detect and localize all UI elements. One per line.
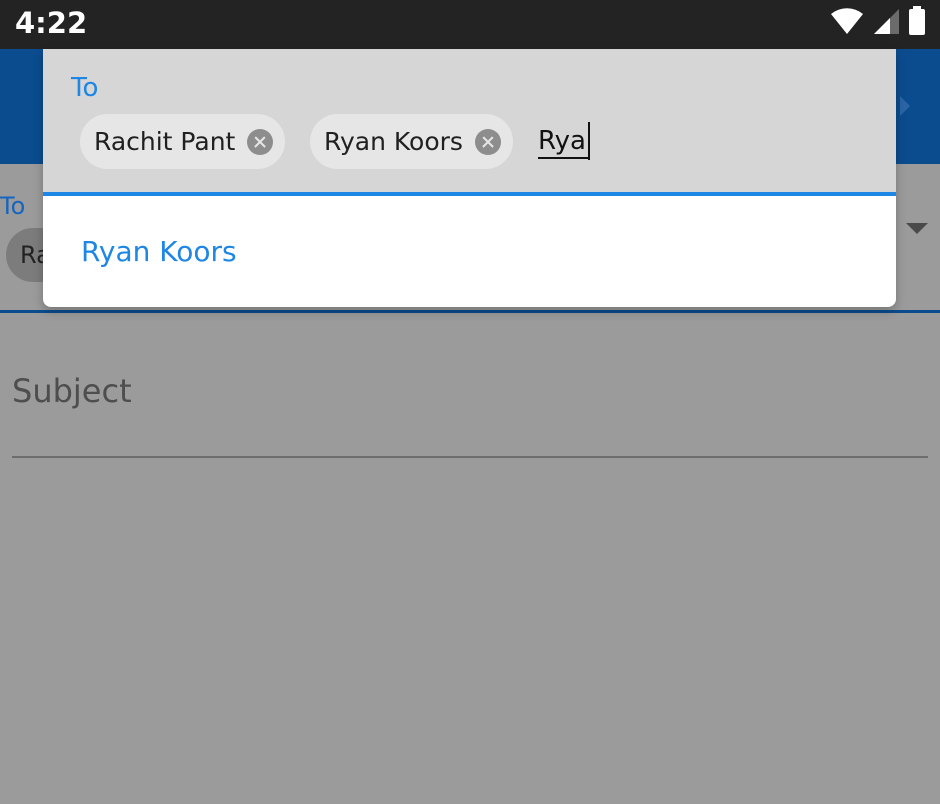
close-circle-icon[interactable] [474,128,501,155]
dropdown-arrow-icon[interactable] [906,223,928,234]
status-bar: 4:22 [0,0,940,49]
text-caret [588,122,590,160]
status-time: 4:22 [15,6,88,40]
wifi-icon [830,6,864,40]
to-label: To [0,192,26,220]
recipient-chip[interactable]: Ryan Koors [310,114,513,169]
subject-placeholder: Subject [12,372,132,410]
close-circle-icon[interactable] [247,128,274,155]
battery-icon [908,6,926,40]
recipient-chip[interactable]: Rachit Pant [80,114,286,169]
to-label: To [71,73,99,103]
input-underline [538,157,588,159]
recipient-input-field[interactable]: To Rachit Pant Ryan Koors [43,49,896,196]
suggestion-item[interactable]: Ryan Koors [43,196,896,307]
recipient-picker-overlay: To Rachit Pant Ryan Koors Ryan Koors [43,49,896,307]
send-icon[interactable] [900,94,910,118]
cellular-signal-icon [872,7,900,39]
recipient-chip-label: Ryan Koors [324,127,463,156]
recipient-chip-label: Rachit Pant [94,127,236,156]
subject-field[interactable]: Subject [12,348,928,458]
status-icons [830,6,926,40]
